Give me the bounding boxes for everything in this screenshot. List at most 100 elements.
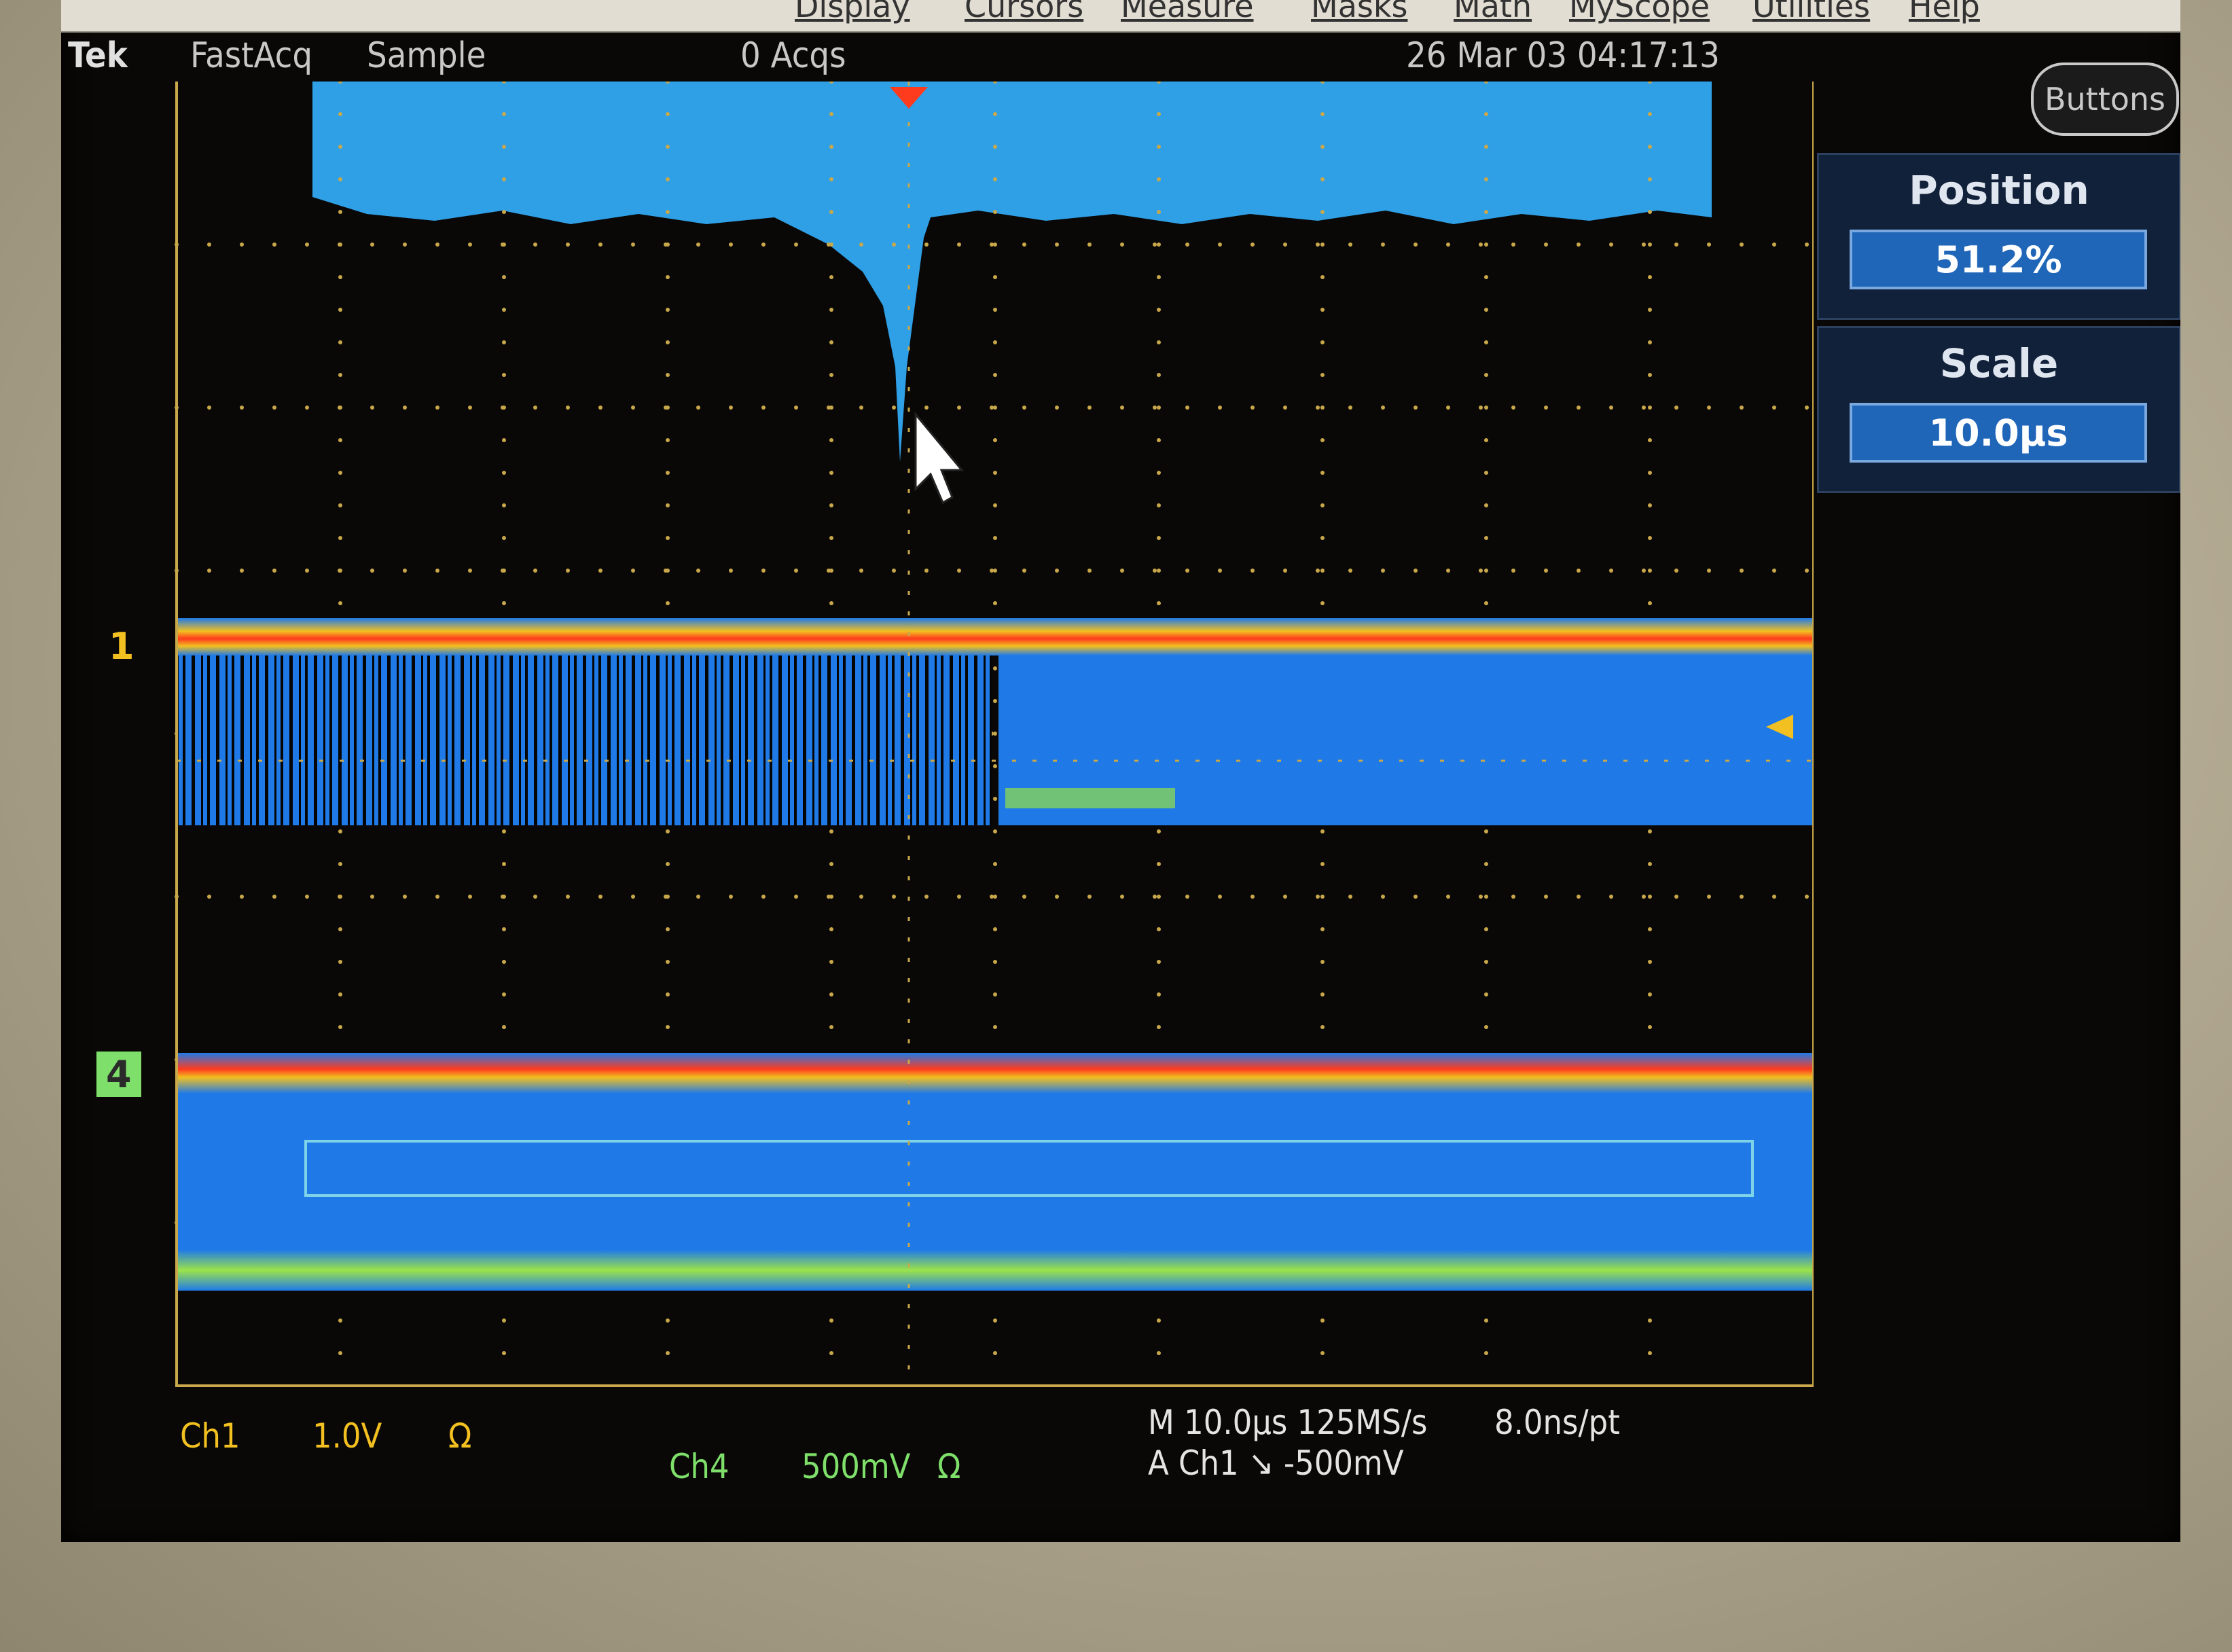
position-value[interactable]: 51.2% bbox=[1850, 230, 2147, 289]
grid-dot bbox=[859, 569, 863, 573]
grid-dot bbox=[892, 406, 896, 410]
grid-dot bbox=[1022, 895, 1026, 899]
grid-dot bbox=[666, 829, 670, 833]
grid-dot bbox=[1320, 275, 1325, 279]
menu-masks[interactable]: Masks bbox=[1311, 0, 1407, 24]
grid-dot bbox=[829, 177, 833, 181]
ch4-label[interactable]: Ch4 bbox=[669, 1447, 730, 1486]
menu-math[interactable]: Math bbox=[1454, 0, 1532, 24]
grid-dot bbox=[1772, 406, 1776, 410]
position-label: Position bbox=[1909, 167, 2089, 213]
grid-dot bbox=[1707, 569, 1711, 573]
waveform-svg bbox=[175, 82, 1814, 1387]
grid-dot bbox=[993, 340, 997, 344]
grid-dot bbox=[1022, 569, 1026, 573]
grid-dot bbox=[1484, 471, 1488, 475]
grid-dot bbox=[403, 243, 407, 247]
grid-dot bbox=[1153, 406, 1157, 410]
grid-dot bbox=[696, 569, 700, 573]
grid-dot bbox=[993, 373, 997, 377]
grid-dot bbox=[1648, 145, 1652, 149]
grid-dot bbox=[829, 503, 833, 507]
grid-dot bbox=[207, 569, 211, 573]
grid-dot bbox=[598, 243, 602, 247]
grid-dot bbox=[1479, 406, 1483, 410]
ch1-scale[interactable]: 1.0V bbox=[312, 1416, 382, 1456]
grid-dot bbox=[666, 145, 670, 149]
horizontal-readout[interactable]: M 10.0µs 125MS/s bbox=[1148, 1403, 1427, 1442]
grid-dot bbox=[1648, 862, 1652, 866]
grid-dot bbox=[1316, 895, 1320, 899]
menu-measure[interactable]: Measure bbox=[1121, 0, 1254, 24]
grid-dot bbox=[501, 243, 505, 247]
grid-dot bbox=[1479, 569, 1483, 573]
grid-dot bbox=[1484, 406, 1488, 410]
grid-dot bbox=[1157, 340, 1161, 344]
waveform-display[interactable] bbox=[163, 82, 1814, 1399]
scale-value[interactable]: 10.0µs bbox=[1850, 403, 2147, 463]
grid-dot bbox=[993, 112, 997, 116]
grid-dot bbox=[1414, 243, 1418, 247]
trigger-readout[interactable]: A Ch1 ↘ -500mV bbox=[1148, 1443, 1404, 1483]
grid-dot bbox=[1484, 243, 1488, 247]
ch1-label[interactable]: Ch1 bbox=[180, 1416, 240, 1456]
grid-dot bbox=[1157, 569, 1161, 573]
grid-dot bbox=[1511, 569, 1515, 573]
ch1-coupling: Ω bbox=[448, 1416, 472, 1456]
grid-dot bbox=[502, 438, 506, 442]
grid-dot bbox=[993, 177, 997, 181]
grid-dot bbox=[1120, 569, 1124, 573]
grid-dot bbox=[1320, 829, 1325, 833]
buttons-button[interactable]: Buttons bbox=[2031, 62, 2179, 136]
grid-dot bbox=[664, 895, 668, 899]
grid-dot bbox=[1283, 895, 1287, 899]
grid-dot bbox=[305, 406, 309, 410]
fastacq-label[interactable]: FastAcq bbox=[190, 35, 312, 76]
grid-dot bbox=[1740, 243, 1744, 247]
grid-dot bbox=[1157, 438, 1161, 442]
grid-dot bbox=[338, 895, 342, 899]
scale-control[interactable]: Scale 10.0µs bbox=[1817, 326, 2180, 493]
grid-dot bbox=[1484, 1025, 1488, 1029]
grid-dot bbox=[1544, 569, 1548, 573]
grid-dot bbox=[1648, 471, 1652, 475]
top-trace bbox=[312, 82, 1712, 462]
grid-dot bbox=[1484, 1351, 1488, 1355]
grid-dot bbox=[829, 1351, 833, 1355]
grid-dot bbox=[338, 569, 342, 573]
grid-dot bbox=[666, 992, 670, 996]
ch4-ground-marker[interactable]: 4 bbox=[96, 1052, 141, 1097]
menu-utilities[interactable]: Utilities bbox=[1752, 0, 1870, 24]
grid-dot bbox=[666, 927, 670, 931]
grid-dot bbox=[729, 895, 733, 899]
grid-dot bbox=[1320, 308, 1325, 312]
menu-display[interactable]: Display bbox=[795, 0, 910, 24]
acq-type-label[interactable]: Sample bbox=[367, 35, 486, 76]
grid-dot bbox=[729, 243, 733, 247]
grid-dot bbox=[1157, 243, 1161, 247]
grid-dot bbox=[338, 862, 342, 866]
grid-dot bbox=[892, 895, 896, 899]
grid-dot bbox=[1414, 406, 1418, 410]
grid-dot bbox=[1157, 503, 1161, 507]
grid-dot bbox=[502, 601, 506, 605]
grid-dot bbox=[666, 536, 670, 540]
grid-dot bbox=[993, 699, 997, 703]
ch4-scale[interactable]: 500mV bbox=[802, 1447, 910, 1486]
menu-cursors[interactable]: Cursors bbox=[965, 0, 1083, 24]
grid-dot bbox=[666, 862, 670, 866]
position-control[interactable]: Position 51.2% bbox=[1817, 153, 2180, 320]
grid-dot bbox=[1250, 569, 1255, 573]
grid-dot bbox=[957, 569, 961, 573]
menu-myscope[interactable]: MyScope bbox=[1569, 0, 1710, 24]
grid-dot bbox=[993, 210, 997, 214]
grid-dot bbox=[924, 895, 929, 899]
menu-help[interactable]: Help bbox=[1909, 0, 1980, 24]
grid-dot bbox=[666, 340, 670, 344]
grid-dot bbox=[1648, 927, 1652, 931]
grid-dot bbox=[829, 373, 833, 377]
grid-dot bbox=[666, 503, 670, 507]
grid-dot bbox=[666, 275, 670, 279]
grid-dot bbox=[666, 1318, 670, 1323]
ch1-ground-marker[interactable]: 1 bbox=[109, 625, 134, 668]
